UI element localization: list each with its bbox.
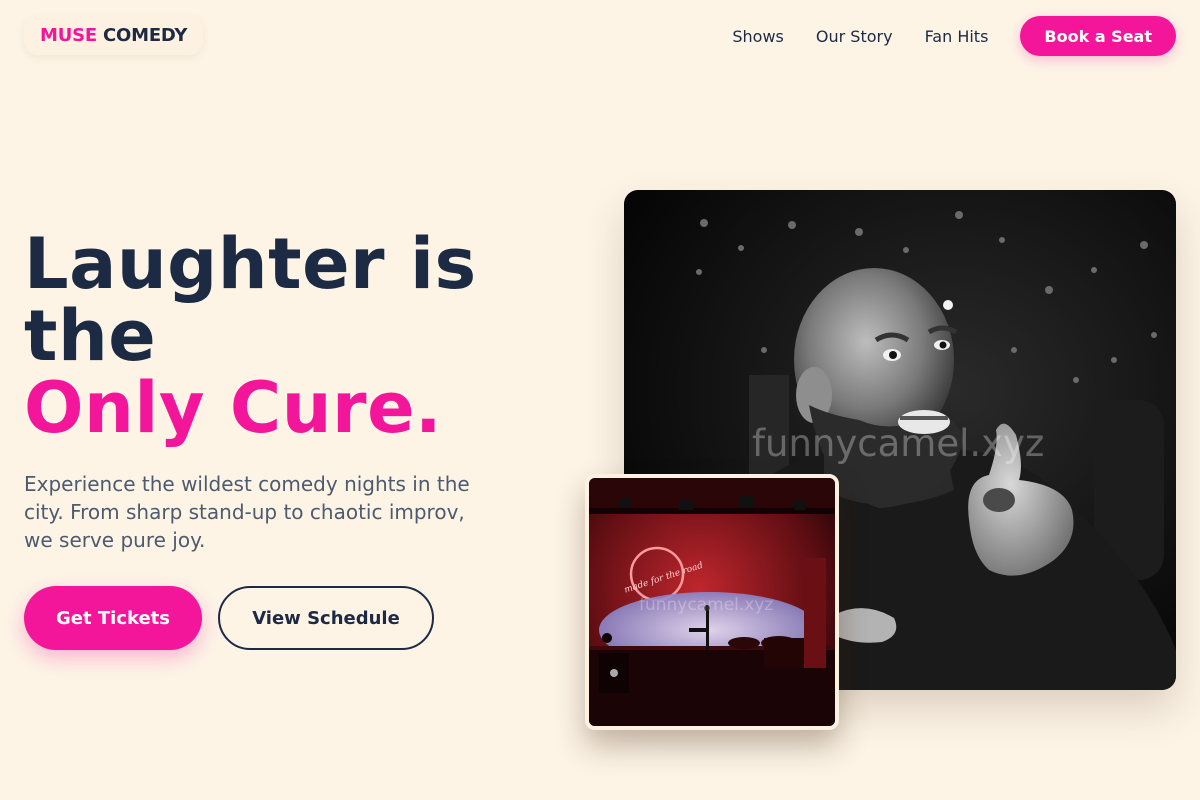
hero-headline: Laughter is the Only Cure.	[24, 228, 477, 444]
headline-accent: Only Cure.	[24, 367, 443, 449]
stage-photo-illustration: made for the road	[589, 478, 835, 726]
brand-name-second: COMEDY	[103, 24, 188, 46]
hero-subtext: Experience the wildest comedy nights in …	[24, 472, 470, 552]
nav-link-shows[interactable]: Shows	[732, 27, 784, 46]
nav-link-fan-hits[interactable]: Fan Hits	[925, 27, 989, 46]
brand-logo[interactable]: MUSE COMEDY	[24, 15, 204, 55]
headline-line-1: Laughter is	[24, 223, 477, 305]
book-a-seat-button[interactable]: Book a Seat	[1020, 16, 1176, 56]
landing-page: MUSE COMEDY Shows Our Story Fan Hits Boo…	[0, 0, 1200, 800]
hero-cta-row: Get Tickets View Schedule	[24, 586, 434, 650]
brand-name-first: MUSE	[40, 24, 97, 46]
get-tickets-button[interactable]: Get Tickets	[24, 586, 202, 650]
headline-line-2: the	[24, 295, 157, 377]
stage-photo: made for the road funnycamel.xyz	[585, 474, 839, 730]
nav-link-our-story[interactable]: Our Story	[816, 27, 893, 46]
main-nav: Shows Our Story Fan Hits Book a Seat	[732, 16, 1176, 56]
view-schedule-button[interactable]: View Schedule	[218, 586, 434, 650]
